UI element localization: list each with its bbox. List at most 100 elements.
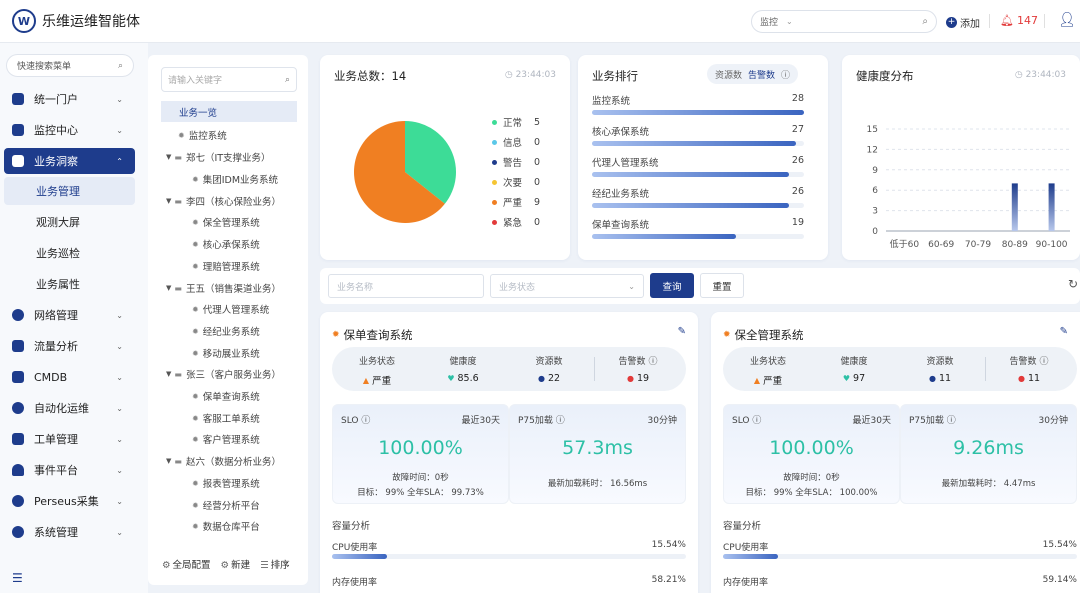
sidebar-item-system[interactable]: 系统管理 ⌄ (4, 519, 135, 545)
reset-button[interactable]: 重置 (700, 273, 744, 298)
sidebar-item-label: 监控中心 (34, 124, 78, 137)
info-icon[interactable]: ⓘ (781, 68, 790, 81)
tree-node[interactable]: ✹ 监控系统 (178, 128, 227, 143)
tree-node-label: 经纪业务系统 (202, 327, 260, 338)
sidebar-sub-observe-screen[interactable]: 观测大屏 (4, 208, 135, 236)
info-icon[interactable]: ⓘ (556, 416, 565, 426)
sidebar-item-portal[interactable]: 统一门户 ⌄ (4, 86, 135, 112)
add-button[interactable]: + 添加 (946, 15, 980, 30)
tree-node[interactable]: ✹ 代理人管理系统 (192, 302, 269, 317)
tree-node[interactable]: ✹ 保单查询系统 (192, 389, 260, 404)
info-icon[interactable]: ⓘ (752, 416, 761, 426)
tree-node[interactable]: ✹ 客服工单系统 (192, 411, 260, 426)
rank-row[interactable]: 经纪业务系统 26 (592, 186, 804, 208)
health-bar[interactable] (1048, 183, 1055, 231)
sidebar-item-event[interactable]: 事件平台 ⌄ (4, 457, 135, 483)
global-search[interactable]: 监控 ⌄ ⌕ (751, 10, 937, 33)
database-icon: ● (537, 374, 545, 383)
sidebar-item-insight[interactable]: 业务洞察 ⌃ (4, 148, 135, 174)
caret-down-icon: ▼ (166, 197, 172, 205)
tree-node[interactable]: ✹ 移动展业系统 (192, 346, 260, 361)
edit-icon[interactable]: ✎ (1060, 326, 1068, 337)
legend-item: 正常 5 (492, 115, 542, 129)
tree-search-input[interactable]: 请输入关键字 ⌕ (161, 67, 297, 92)
rank-metric-toggle[interactable]: 资源数 告警数 ⓘ (707, 64, 799, 84)
gear-icon: ✹ (192, 239, 199, 249)
app-title: 乐维运维智能体 (42, 14, 140, 30)
tree-node[interactable]: ✹ 集团IDM业务系统 (192, 172, 278, 187)
collapse-menu-icon[interactable]: ☰ (12, 571, 23, 585)
sidebar-item-cmdb[interactable]: CMDB ⌄ (4, 364, 135, 390)
search-icon[interactable]: ⌕ (922, 16, 928, 27)
tree-group[interactable]: ▼ ▬ 赵六（数据分析业务） (166, 454, 281, 469)
x-tick-label: 低于60 (890, 238, 920, 250)
info-icon[interactable]: ⓘ (947, 416, 956, 426)
rank-bar-fill (592, 110, 804, 115)
sidebar-item-monitor[interactable]: 监控中心 ⌄ (4, 117, 135, 143)
y-tick-label: 9 (872, 166, 878, 176)
gear-icon: ✹ (192, 348, 199, 358)
tree-group[interactable]: ▼ ▬ 张三（客户服务业务） (166, 367, 281, 382)
info-icon[interactable]: ⓘ (648, 357, 657, 367)
tree-node[interactable]: ✹ 经纪业务系统 (192, 324, 260, 339)
rank-value: 26 (791, 155, 804, 166)
tree-group[interactable]: ▼ ▬ 郑七（IT支撑业务） (166, 150, 271, 165)
legend-value: 0 (534, 156, 541, 168)
toggle-alert-count[interactable]: 告警数 (748, 68, 775, 81)
sidebar-item-ticket[interactable]: 工单管理 ⌄ (4, 426, 135, 452)
legend-dot (492, 199, 497, 205)
rank-row[interactable]: 代理人管理系统 26 (592, 155, 804, 177)
sort-button[interactable]: ☰ 排序 (260, 557, 290, 571)
sidebar-item-traffic[interactable]: 流量分析 ⌄ (4, 333, 135, 359)
tree-group[interactable]: ▼ ▬ 王五（销售渠道业务） (166, 281, 281, 296)
menu-search-input[interactable]: 快速搜索菜单 ⌕ (6, 54, 134, 77)
tree-group[interactable]: ▼ ▬ 李四（核心保险业务） (166, 194, 281, 209)
tree-node[interactable]: ✹ 客户管理系统 (192, 432, 260, 447)
tree-node[interactable]: ✹ 核心承保系统 (192, 237, 260, 252)
sidebar-item-network[interactable]: 网络管理 ⌄ (4, 302, 135, 328)
query-button[interactable]: 查询 (650, 273, 694, 298)
new-button[interactable]: ⚙︎ 新建 (221, 557, 251, 571)
rank-row[interactable]: 核心承保系统 27 (592, 124, 804, 146)
chevron-down-icon[interactable]: ⌄ (786, 17, 793, 26)
tree-node[interactable]: ✹ 数据仓库平台 (192, 519, 260, 534)
health-bar[interactable] (1011, 183, 1018, 231)
app-logo[interactable]: W (12, 9, 36, 33)
tree-node[interactable]: ✹ 理赔管理系统 (192, 259, 260, 274)
sidebar-sub-business-manage[interactable]: 业务管理 (4, 177, 135, 205)
tree-node-label: 报表管理系统 (202, 479, 260, 490)
folder-icon: ▬ (174, 456, 182, 466)
toggle-resource-count[interactable]: 资源数 (715, 68, 742, 81)
search-icon[interactable]: ⌕ (118, 61, 123, 71)
search-scope-select[interactable]: 监控 (760, 15, 778, 28)
chevron-down-icon: ⌄ (116, 465, 123, 475)
info-icon[interactable]: ⓘ (1039, 357, 1048, 367)
sidebar-sub-inspection[interactable]: 业务巡检 (4, 239, 135, 267)
tree-search-placeholder: 请输入关键字 (168, 76, 223, 86)
sidebar-sub-attributes[interactable]: 业务属性 (4, 270, 135, 298)
tree-node[interactable]: ✹ 经营分析平台 (192, 498, 260, 513)
edit-icon[interactable]: ✎ (678, 326, 686, 337)
refresh-icon[interactable]: ↻ (1068, 277, 1078, 291)
slo-panel: SLO ⓘ 最近30天 100.00% 故障时间：0秒 目标： 99% 全年SL… (723, 404, 900, 504)
global-config-button[interactable]: ⚙︎ 全局配置 (162, 557, 211, 571)
rank-row[interactable]: 保单查询系统 19 (592, 217, 804, 239)
tree-node-label: 保单查询系统 (202, 392, 260, 403)
info-icon[interactable]: ⓘ (361, 416, 370, 426)
x-tick-label: 90-100 (1036, 240, 1068, 250)
user-icon[interactable]: 👤︎ (1058, 12, 1076, 28)
sidebar-item-perseus[interactable]: Perseus采集 ⌄ (4, 488, 135, 514)
search-icon[interactable]: ⌕ (285, 75, 290, 85)
sidebar-item-automation[interactable]: 自动化运维 ⌄ (4, 395, 135, 421)
rank-row[interactable]: 监控系统 28 (592, 93, 804, 115)
tree-node[interactable]: ✹ 报表管理系统 (192, 476, 260, 491)
p75-value: 9.26ms (953, 437, 1024, 459)
business-name-input[interactable]: 业务名称 (328, 274, 484, 298)
chevron-down-icon: ⌄ (628, 281, 635, 291)
business-status-select[interactable]: 业务状态 ⌄ (490, 274, 644, 298)
business-tree-panel: 请输入关键字 ⌕ 业务一览 ✹ 监控系统 ▼ ▬ 郑七（IT支撑业务） ✹ 集团IDM业… (148, 55, 308, 585)
stat-value-text: 11 (1027, 373, 1041, 384)
tree-node[interactable]: ✹ 保全管理系统 (192, 215, 260, 230)
alert-button[interactable]: 🔔︎ 147 (1000, 14, 1038, 27)
tree-node-root[interactable]: 业务一览 (161, 101, 297, 122)
